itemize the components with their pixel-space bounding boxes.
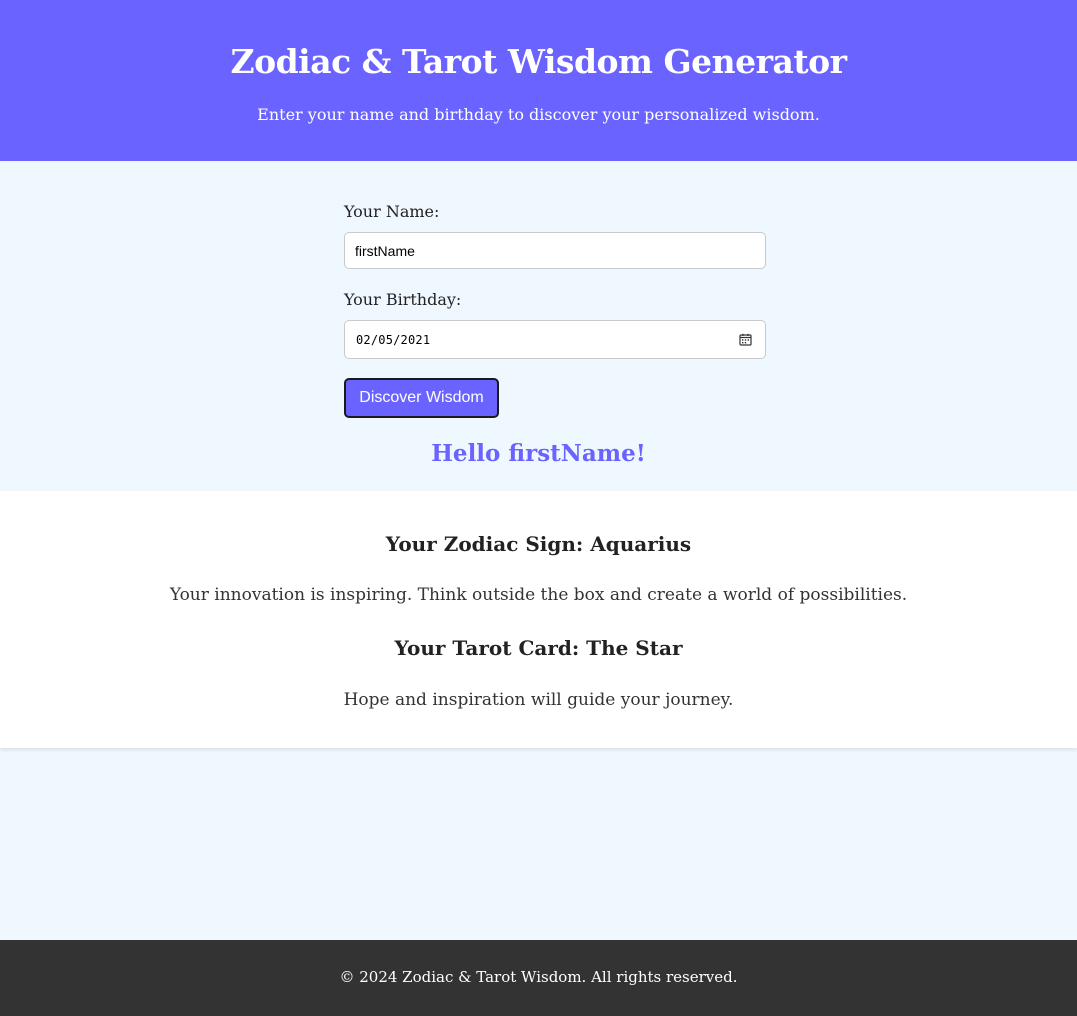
zodiac-heading: Your Zodiac Sign: Aquarius bbox=[385, 532, 692, 556]
birthday-input[interactable]: 02/05/2021 bbox=[344, 320, 766, 359]
result-panel: Your Zodiac Sign: Aquarius Your innovati… bbox=[0, 491, 1077, 748]
greeting-text: Hello firstName! bbox=[431, 440, 646, 467]
name-input[interactable] bbox=[344, 232, 766, 269]
site-header: Zodiac & Tarot Wisdom Generator Enter yo… bbox=[0, 0, 1077, 161]
tarot-heading: Your Tarot Card: The Star bbox=[394, 636, 683, 660]
name-label: Your Name: bbox=[344, 202, 440, 221]
birthday-value: 02/05/2021 bbox=[356, 333, 431, 347]
page-subtitle: Enter your name and birthday to discover… bbox=[257, 105, 820, 124]
page: Zodiac & Tarot Wisdom Generator Enter yo… bbox=[0, 0, 1077, 1016]
tarot-message: Hope and inspiration will guide your jou… bbox=[343, 690, 734, 710]
zodiac-message: Your innovation is inspiring. Think outs… bbox=[169, 585, 908, 605]
page-title: Zodiac & Tarot Wisdom Generator bbox=[230, 42, 847, 81]
footer-copyright: © 2024 Zodiac & Tarot Wisdom. All rights… bbox=[339, 968, 738, 986]
site-footer: © 2024 Zodiac & Tarot Wisdom. All rights… bbox=[0, 940, 1077, 1016]
birthday-label: Your Birthday: bbox=[344, 290, 462, 309]
discover-wisdom-button[interactable]: Discover Wisdom bbox=[344, 378, 499, 418]
calendar-icon[interactable] bbox=[739, 333, 752, 346]
